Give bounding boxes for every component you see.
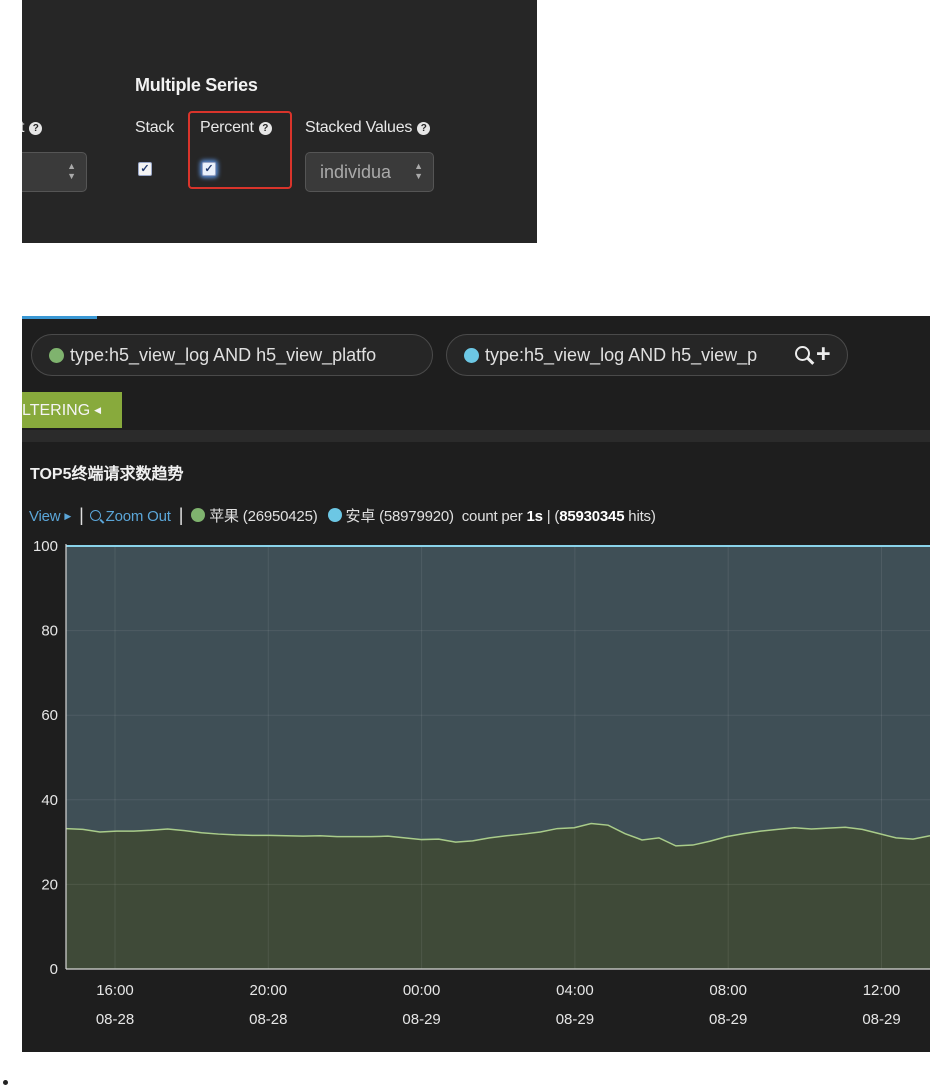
y-tick-label: 60 bbox=[41, 707, 58, 724]
query-text: type:h5_view_log AND h5_view_p bbox=[485, 345, 758, 365]
x-tick-date: 08-29 bbox=[709, 1011, 747, 1028]
legend-dot-apple bbox=[191, 508, 206, 522]
x-tick-date: 08-28 bbox=[249, 1011, 287, 1028]
series-area-apple bbox=[66, 823, 930, 969]
y-tick-label: 0 bbox=[50, 961, 58, 978]
caret-left-icon: ◀ bbox=[94, 405, 102, 415]
plus-icon[interactable]: + bbox=[816, 340, 831, 369]
divider: | bbox=[542, 508, 555, 525]
percent-area-chart[interactable]: 0 20 40 60 80 100 16:00 08-28 20:00 08-28 00:00 08-… bbox=[22, 536, 930, 1046]
select-arrows-icon: ▲ ▼ bbox=[67, 161, 76, 181]
truncated-select[interactable]: ▲ ▼ bbox=[22, 152, 87, 192]
x-tick-time: 20:00 bbox=[250, 982, 288, 999]
x-tick-time: 04:00 bbox=[556, 982, 594, 999]
divider: | bbox=[79, 505, 84, 525]
zoom-out-link[interactable]: Zoom Out bbox=[89, 508, 171, 525]
interval-value[interactable]: 1s bbox=[526, 508, 543, 525]
multiple-series-title: Multiple Series bbox=[135, 75, 258, 95]
search-icon[interactable] bbox=[795, 346, 810, 361]
y-tick-label: 100 bbox=[33, 538, 58, 555]
tab-accent bbox=[22, 316, 97, 319]
query-pill-2[interactable]: type:h5_view_log AND h5_view_p + bbox=[446, 334, 848, 376]
stacked-values-select[interactable]: individua ▲ ▼ bbox=[305, 152, 434, 192]
view-link[interactable]: View ▶ bbox=[29, 508, 71, 525]
x-tick-time: 12:00 bbox=[863, 982, 901, 999]
x-tick-date: 08-28 bbox=[96, 1011, 134, 1028]
legend-android[interactable]: 安卓 (58979920) bbox=[346, 508, 454, 525]
count-per-text: count per bbox=[461, 508, 527, 525]
percent-highlight-box bbox=[188, 111, 292, 189]
query-color-dot bbox=[49, 348, 64, 363]
query-pill-1[interactable]: type:h5_view_log AND h5_view_platfo bbox=[31, 334, 433, 376]
y-tick-label: 80 bbox=[41, 623, 58, 640]
stacked-values-value: individua bbox=[320, 162, 392, 182]
x-tick-time: 16:00 bbox=[96, 982, 134, 999]
panel-title: TOP5终端请求数趋势 bbox=[30, 466, 184, 483]
select-arrows-icon: ▲ ▼ bbox=[414, 161, 423, 181]
caret-right-icon: ▶ bbox=[64, 511, 72, 521]
x-tick-time: 00:00 bbox=[403, 982, 441, 999]
x-tick-date: 08-29 bbox=[556, 1011, 594, 1028]
divider: | bbox=[178, 505, 184, 525]
x-tick-date: 08-29 bbox=[862, 1011, 900, 1028]
zoom-out-icon bbox=[89, 510, 101, 521]
list-bullet bbox=[3, 1080, 8, 1085]
legend-apple[interactable]: 苹果 (26950425) bbox=[209, 508, 317, 525]
query-color-dot bbox=[464, 348, 479, 363]
x-tick-date: 08-29 bbox=[402, 1011, 440, 1028]
x-tick-time: 08:00 bbox=[709, 982, 747, 999]
query-text: type:h5_view_log AND h5_view_platfo bbox=[70, 345, 377, 365]
help-icon[interactable]: ? bbox=[29, 122, 43, 135]
hits-total: 85930345 bbox=[559, 508, 625, 525]
y-tick-label: 40 bbox=[41, 792, 58, 809]
filtering-tab[interactable]: LTERING ◀ bbox=[22, 392, 122, 428]
legend-dot-android bbox=[327, 508, 342, 522]
stack-checkbox[interactable]: ✓ bbox=[138, 162, 152, 176]
chart-legend-bar: View ▶ | Zoom Out | 苹果 (26950425) 安卓 (5897992… bbox=[29, 505, 656, 525]
dashboard-panel: type:h5_view_log AND h5_view_platfo type… bbox=[22, 316, 930, 1052]
help-icon[interactable]: ? bbox=[417, 122, 431, 135]
truncated-option-label: t? bbox=[22, 119, 43, 137]
stack-label: Stack bbox=[135, 119, 175, 136]
y-tick-label: 20 bbox=[41, 876, 58, 893]
panel-separator bbox=[22, 430, 930, 442]
stacked-values-label: Stacked Values? bbox=[305, 119, 431, 137]
series-settings-panel: Multiple Series t? ▲ ▼ Stack ✓ Percent? ✓… bbox=[22, 0, 537, 243]
series-area-android bbox=[66, 546, 930, 846]
